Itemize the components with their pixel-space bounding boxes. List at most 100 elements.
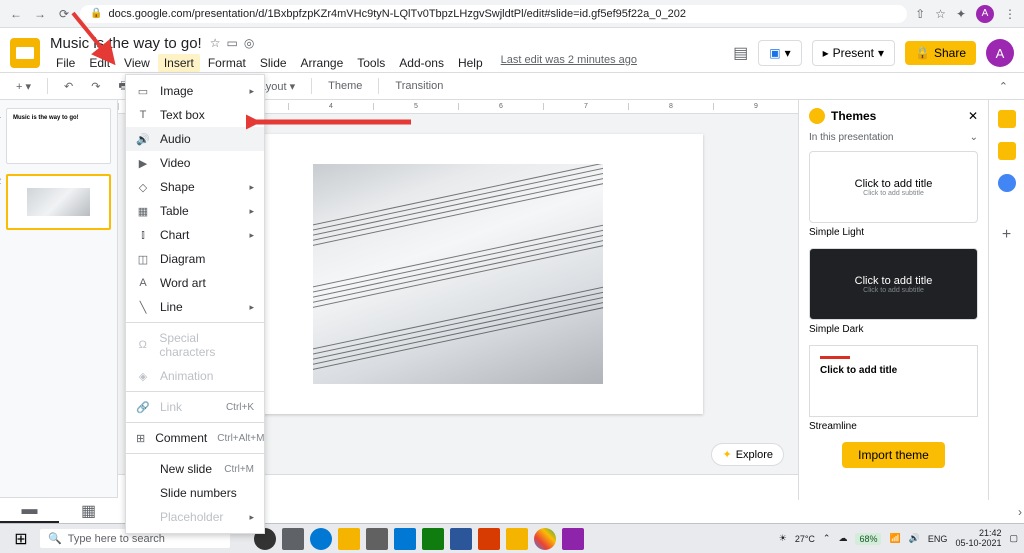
sound-icon[interactable]: 🔊 <box>909 533 920 544</box>
insert-chart[interactable]: ⫾Chart▸ <box>126 223 264 247</box>
theme-streamline[interactable]: Click to add title <box>809 345 978 417</box>
grid-view-tab[interactable]: ▦ <box>59 498 118 523</box>
keep-icon[interactable] <box>998 142 1016 160</box>
menu-insert[interactable]: Insert <box>158 54 200 72</box>
taskview-icon[interactable] <box>282 528 304 550</box>
word-art-icon: A <box>136 277 150 289</box>
slideshow-button[interactable]: ▣▾ <box>758 40 801 66</box>
insert-animation: ◈Animation <box>126 364 264 388</box>
move-icon[interactable]: ▭ <box>227 36 238 50</box>
theme-simple-light[interactable]: Click to add title Click to add subtitle <box>809 151 978 223</box>
slide-thumb-1[interactable]: Music is the way to go! <box>6 108 111 164</box>
insert-line[interactable]: ╲Line▸ <box>126 295 264 319</box>
special-characters-icon: Ω <box>136 339 149 351</box>
menu-icon[interactable]: ⋮ <box>1004 7 1016 21</box>
explorer-icon[interactable] <box>338 528 360 550</box>
back-icon[interactable]: ← <box>8 6 24 22</box>
language-indicator[interactable]: ENG <box>928 534 948 544</box>
insert-text-box[interactable]: TText box <box>126 103 264 127</box>
line-icon: ╲ <box>136 301 150 314</box>
slide-canvas[interactable] <box>213 134 703 414</box>
onedrive-icon[interactable]: ☁ <box>838 533 847 544</box>
star-doc-icon[interactable]: ☆ <box>210 36 221 50</box>
address-bar[interactable]: 🔒 docs.google.com/presentation/d/1Bxbpfz… <box>80 5 907 23</box>
insert-word-art[interactable]: AWord art <box>126 271 264 295</box>
insert-new-slide[interactable]: New slideCtrl+M <box>126 457 264 481</box>
app-icon[interactable] <box>422 528 444 550</box>
theme-button[interactable]: Theme <box>322 78 368 94</box>
collapse-icon[interactable]: ⌃ <box>993 78 1014 95</box>
menu-help[interactable]: Help <box>452 54 489 72</box>
theme-label: Simple Dark <box>809 324 978 335</box>
insert-diagram[interactable]: ◫Diagram <box>126 247 264 271</box>
menu-view[interactable]: View <box>118 54 156 72</box>
account-avatar[interactable]: A <box>986 39 1014 67</box>
slides-logo-icon[interactable] <box>10 38 40 68</box>
audio-icon: 🔊 <box>136 133 150 146</box>
calendar-icon[interactable] <box>998 110 1016 128</box>
app-icon[interactable] <box>506 528 528 550</box>
tasks-icon[interactable] <box>998 174 1016 192</box>
filmstrip-view-tab[interactable]: ▬ <box>0 498 59 523</box>
app-icon[interactable] <box>450 528 472 550</box>
powerpoint-icon[interactable] <box>478 528 500 550</box>
menu-slide[interactable]: Slide <box>254 54 293 72</box>
slide-thumb-2[interactable] <box>6 174 111 230</box>
insert-comment[interactable]: ⊞CommentCtrl+Alt+M <box>126 426 264 450</box>
insert-table[interactable]: ▦Table▸ <box>126 199 264 223</box>
themes-title: Themes <box>831 109 876 123</box>
clock-date[interactable]: 05-10-2021 <box>955 539 1001 549</box>
battery-indicator[interactable]: 68% <box>855 533 881 545</box>
sheet-music-image[interactable] <box>313 164 603 384</box>
annotation-arrow-icon <box>68 8 118 68</box>
share-icon[interactable]: ⇧ <box>915 7 925 21</box>
theme-simple-dark[interactable]: Click to add title Click to add subtitle <box>809 248 978 320</box>
insert-video[interactable]: ▶Video <box>126 151 264 175</box>
wifi-icon[interactable]: 📶 <box>889 533 900 544</box>
themes-panel: Themes ✕ In this presentation⌄ Click to … <box>798 100 988 500</box>
insert-slide-numbers[interactable]: Slide numbers <box>126 481 264 505</box>
menu-addons[interactable]: Add-ons <box>393 54 450 72</box>
insert-audio[interactable]: 🔊Audio <box>126 127 264 151</box>
present-button[interactable]: ▸ Present ▾ <box>812 40 895 66</box>
tray-chevron-icon[interactable]: ⌃ <box>823 533 831 544</box>
menu-tools[interactable]: Tools <box>351 54 391 72</box>
link-icon: 🔗 <box>136 401 150 414</box>
star-icon[interactable]: ☆ <box>935 7 946 21</box>
slide-thumb-image <box>27 188 89 216</box>
temperature[interactable]: 27°C <box>795 534 815 544</box>
transition-button[interactable]: Transition <box>389 78 449 94</box>
explore-button[interactable]: ✦ Explore <box>711 443 784 466</box>
cloud-icon[interactable]: ◎ <box>244 36 254 50</box>
extension-icon[interactable]: ✦ <box>956 7 966 21</box>
close-icon[interactable]: ✕ <box>968 109 978 123</box>
scroll-right-icon[interactable]: › <box>1018 505 1022 519</box>
app-icon[interactable] <box>562 528 584 550</box>
chrome-icon[interactable] <box>534 528 556 550</box>
add-icon[interactable]: + <box>1002 226 1011 244</box>
last-edit-text[interactable]: Last edit was 2 minutes ago <box>501 54 637 72</box>
undo-icon[interactable]: ↶ <box>58 78 79 95</box>
app-icon[interactable] <box>366 528 388 550</box>
start-button[interactable]: ⊞ <box>6 527 36 551</box>
share-button[interactable]: 🔒 Share <box>905 41 976 65</box>
import-theme-button[interactable]: Import theme <box>842 442 945 468</box>
insert-shape[interactable]: ◇Shape▸ <box>126 175 264 199</box>
redo-icon[interactable]: ↷ <box>85 78 106 95</box>
chevron-right-icon: ▸ <box>249 230 254 241</box>
notifications-icon[interactable]: ▢ <box>1009 533 1018 544</box>
menu-format[interactable]: Format <box>202 54 252 72</box>
themes-section-header[interactable]: In this presentation⌄ <box>809 132 978 143</box>
browser-avatar[interactable]: A <box>976 5 994 23</box>
chart-icon: ⫾ <box>136 229 150 242</box>
insert-image[interactable]: ▭Image▸ <box>126 79 264 103</box>
menu-arrange[interactable]: Arrange <box>295 54 350 72</box>
chevron-right-icon: ▸ <box>249 302 254 313</box>
new-slide-button[interactable]: + ▾ <box>10 78 37 95</box>
forward-icon[interactable]: → <box>32 6 48 22</box>
weather-icon[interactable]: ☀ <box>779 533 787 544</box>
store-icon[interactable] <box>394 528 416 550</box>
comments-icon[interactable]: ▤ <box>733 43 748 63</box>
comment-icon: ⊞ <box>136 432 145 445</box>
edge-icon[interactable] <box>310 528 332 550</box>
